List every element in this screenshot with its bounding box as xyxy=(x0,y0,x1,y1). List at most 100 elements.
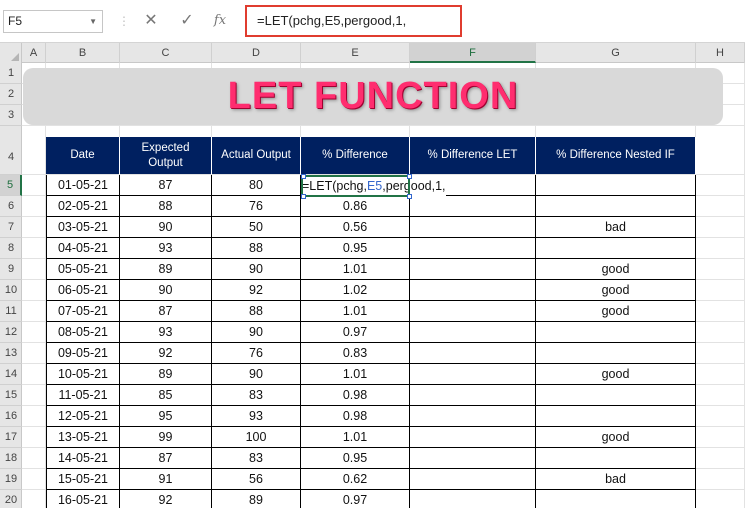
cell-nested-if[interactable] xyxy=(536,196,696,217)
cell-actual-output[interactable]: 83 xyxy=(212,385,301,406)
row-header-15[interactable]: 15 xyxy=(0,385,22,406)
cell-expected-output[interactable]: 88 xyxy=(120,196,212,217)
cell-percent-difference[interactable]: 1.02 xyxy=(301,280,410,301)
name-box[interactable]: F5 ▼ xyxy=(3,10,103,33)
cell-expected-output[interactable]: 95 xyxy=(120,406,212,427)
row-header-1[interactable]: 1 xyxy=(0,63,22,84)
cell-expected-output[interactable]: 85 xyxy=(120,385,212,406)
column-header-b[interactable]: B xyxy=(46,43,120,63)
cell-percent-difference-let[interactable] xyxy=(410,196,536,217)
cell-percent-difference-let[interactable] xyxy=(410,490,536,508)
cell-percent-difference[interactable]: 1.01 xyxy=(301,364,410,385)
active-cell[interactable] xyxy=(301,175,410,197)
cell-actual-output[interactable]: 76 xyxy=(212,343,301,364)
cell-expected-output[interactable]: 92 xyxy=(120,490,212,508)
cell-percent-difference-let[interactable] xyxy=(410,427,536,448)
cell-percent-difference-let[interactable] xyxy=(410,280,536,301)
cell-expected-output[interactable]: 93 xyxy=(120,238,212,259)
cell-nested-if[interactable] xyxy=(536,238,696,259)
cell-percent-difference[interactable]: 1.01 xyxy=(301,301,410,322)
column-header-d[interactable]: D xyxy=(212,43,301,63)
row-header-9[interactable]: 9 xyxy=(0,259,22,280)
row-header-4[interactable]: 4 xyxy=(0,126,22,175)
cell-date[interactable]: 03-05-21 xyxy=(46,217,120,238)
cell-percent-difference[interactable]: 0.97 xyxy=(301,322,410,343)
header-percent-difference-let[interactable]: % Difference LET xyxy=(410,137,536,174)
cell-actual-output[interactable]: 90 xyxy=(212,322,301,343)
cell-date[interactable]: 12-05-21 xyxy=(46,406,120,427)
cell-nested-if[interactable]: good xyxy=(536,259,696,280)
column-header-h[interactable]: H xyxy=(696,43,745,63)
cell-percent-difference[interactable]: 0.56 xyxy=(301,217,410,238)
cell-percent-difference[interactable]: 0.86 xyxy=(301,196,410,217)
cell-actual-output[interactable]: 76 xyxy=(212,196,301,217)
cell-expected-output[interactable]: 89 xyxy=(120,364,212,385)
cell-nested-if[interactable] xyxy=(536,175,696,196)
cell-percent-difference[interactable]: 0.83 xyxy=(301,343,410,364)
cell-percent-difference[interactable]: 1.01 xyxy=(301,427,410,448)
cell-nested-if[interactable] xyxy=(536,385,696,406)
cell-percent-difference-let[interactable] xyxy=(410,259,536,280)
cell-date[interactable]: 13-05-21 xyxy=(46,427,120,448)
cell-expected-output[interactable]: 89 xyxy=(120,259,212,280)
reference-handle[interactable] xyxy=(301,194,306,199)
cell-percent-difference-let[interactable] xyxy=(410,364,536,385)
cell-date[interactable]: 15-05-21 xyxy=(46,469,120,490)
cell-nested-if[interactable] xyxy=(536,490,696,508)
column-header-g[interactable]: G xyxy=(536,43,696,63)
cell-nested-if[interactable]: good xyxy=(536,280,696,301)
cell-date[interactable]: 11-05-21 xyxy=(46,385,120,406)
select-all-corner[interactable] xyxy=(0,43,22,63)
cell-actual-output[interactable]: 83 xyxy=(212,448,301,469)
reference-handle[interactable] xyxy=(407,174,412,179)
cell-expected-output[interactable]: 93 xyxy=(120,322,212,343)
row-header-14[interactable]: 14 xyxy=(0,364,22,385)
cell-percent-difference[interactable]: 1.01 xyxy=(301,259,410,280)
cell-percent-difference-let[interactable] xyxy=(410,469,536,490)
row-header-11[interactable]: 11 xyxy=(0,301,22,322)
cell-actual-output[interactable]: 93 xyxy=(212,406,301,427)
cell-actual-output[interactable]: 50 xyxy=(212,217,301,238)
cell-nested-if[interactable] xyxy=(536,406,696,427)
cell-expected-output[interactable]: 90 xyxy=(120,217,212,238)
cell-percent-difference-let[interactable] xyxy=(410,385,536,406)
row-header-3[interactable]: 3 xyxy=(0,105,22,126)
cell-date[interactable]: 07-05-21 xyxy=(46,301,120,322)
cell-date[interactable]: 02-05-21 xyxy=(46,196,120,217)
chevron-down-icon[interactable]: ▼ xyxy=(89,11,97,32)
cell-percent-difference-let[interactable] xyxy=(410,406,536,427)
row-header-20[interactable]: 20 xyxy=(0,490,22,508)
cell-date[interactable]: 06-05-21 xyxy=(46,280,120,301)
cell-expected-output[interactable]: 87 xyxy=(120,175,212,196)
row-header-7[interactable]: 7 xyxy=(0,217,22,238)
row-header-12[interactable]: 12 xyxy=(0,322,22,343)
cell-nested-if[interactable]: bad xyxy=(536,217,696,238)
row-header-10[interactable]: 10 xyxy=(0,280,22,301)
row-header-8[interactable]: 8 xyxy=(0,238,22,259)
cell-nested-if[interactable] xyxy=(536,448,696,469)
cell-nested-if[interactable]: bad xyxy=(536,469,696,490)
cell-date[interactable]: 01-05-21 xyxy=(46,175,120,196)
cell-date[interactable]: 16-05-21 xyxy=(46,490,120,508)
cell-expected-output[interactable]: 99 xyxy=(120,427,212,448)
row-header-13[interactable]: 13 xyxy=(0,343,22,364)
insert-function-icon[interactable]: fx xyxy=(209,11,231,31)
column-header-f[interactable]: F xyxy=(410,43,536,63)
cell-percent-difference[interactable]: 0.62 xyxy=(301,469,410,490)
row-header-2[interactable]: 2 xyxy=(0,84,22,105)
cell-date[interactable]: 05-05-21 xyxy=(46,259,120,280)
cell-expected-output[interactable]: 87 xyxy=(120,301,212,322)
cell-actual-output[interactable]: 89 xyxy=(212,490,301,508)
cell-actual-output[interactable]: 100 xyxy=(212,427,301,448)
column-header-e[interactable]: E xyxy=(301,43,410,63)
cell-percent-difference[interactable]: 0.95 xyxy=(301,448,410,469)
enter-icon[interactable]: ✓ xyxy=(176,11,198,31)
formula-input[interactable]: =LET(pchg,E5,pergood,1, xyxy=(245,5,462,37)
row-header-19[interactable]: 19 xyxy=(0,469,22,490)
cell-date[interactable]: 08-05-21 xyxy=(46,322,120,343)
cell-percent-difference[interactable]: 0.97 xyxy=(301,490,410,508)
cell-percent-difference-let[interactable] xyxy=(410,217,536,238)
header-expected-output[interactable]: Expected Output xyxy=(120,137,212,174)
header-actual-output[interactable]: Actual Output xyxy=(212,137,301,174)
cell-percent-difference[interactable]: 0.95 xyxy=(301,238,410,259)
